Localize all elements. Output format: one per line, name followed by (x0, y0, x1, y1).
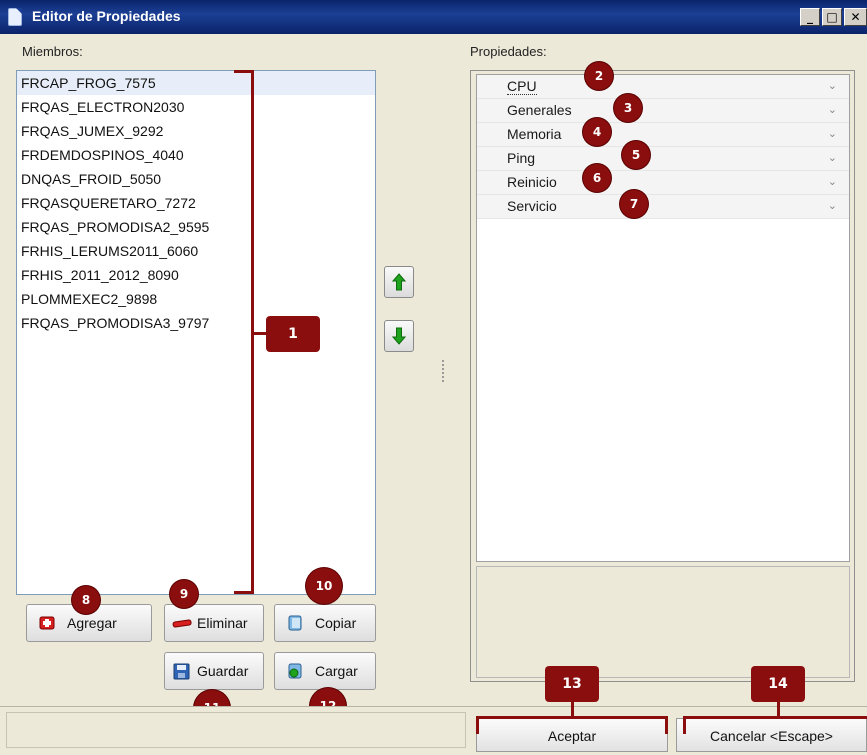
members-list[interactable]: FRCAP_FROG_7575 FRQAS_ELECTRON2030 FRQAS… (16, 70, 376, 595)
members-label: Miembros: (22, 44, 83, 59)
eliminar-button[interactable]: Eliminar (164, 604, 264, 642)
arrow-up-icon (392, 273, 406, 291)
property-row-cpu[interactable]: CPU ⌄ (477, 75, 849, 99)
document-icon (8, 8, 22, 26)
chevron-down-icon[interactable]: ⌄ (828, 147, 837, 170)
callout-badge-13: 13 (545, 666, 599, 702)
minimize-button[interactable]: _ (800, 8, 820, 26)
callout-bracket-top (683, 716, 867, 719)
properties-grid: CPU ⌄ Generales ⌄ Memoria ⌄ Ping ⌄ Reini… (476, 74, 850, 562)
load-icon (285, 662, 307, 680)
property-name: Memoria (507, 126, 562, 142)
property-name: Reinicio (507, 174, 557, 190)
callout-bracket-right (665, 718, 668, 734)
list-item[interactable]: FRHIS_LERUMS2011_6060 (17, 239, 375, 263)
property-row-reinicio[interactable]: Reinicio ⌄ (477, 171, 849, 195)
list-item[interactable]: FRHIS_2011_2012_8090 (17, 263, 375, 287)
callout-badge-6: 6 (583, 164, 611, 192)
property-name: Servicio (507, 198, 557, 214)
property-row-memoria[interactable]: Memoria ⌄ (477, 123, 849, 147)
close-button[interactable]: ✕ (844, 8, 867, 26)
chevron-down-icon[interactable]: ⌄ (828, 195, 837, 218)
callout-badge-2: 2 (585, 62, 613, 90)
delete-icon (171, 614, 193, 632)
aceptar-button[interactable]: Aceptar (476, 718, 668, 752)
arrow-down-icon (392, 327, 406, 345)
cargar-button[interactable]: Cargar (274, 652, 376, 690)
callout-bracket-left (476, 718, 479, 734)
splitter-handle[interactable] (442, 360, 444, 382)
list-item[interactable]: FRQASQUERETARO_7272 (17, 191, 375, 215)
callout-badge-5: 5 (622, 141, 650, 169)
copy-icon (285, 614, 307, 632)
add-item-icon (37, 614, 59, 632)
property-row-generales[interactable]: Generales ⌄ (477, 99, 849, 123)
list-item[interactable]: FRQAS_PROMODISA3_9797 (17, 311, 375, 335)
property-name: CPU (507, 78, 537, 95)
eliminar-label: Eliminar (197, 615, 248, 631)
chevron-down-icon[interactable]: ⌄ (828, 99, 837, 122)
callout-badge-4: 4 (583, 118, 611, 146)
save-icon (171, 662, 193, 680)
property-description-area (476, 566, 850, 678)
copiar-button[interactable]: Copiar (274, 604, 376, 642)
callout-connector (777, 700, 780, 718)
list-item[interactable]: FRQAS_PROMODISA2_9595 (17, 215, 375, 239)
chevron-down-icon[interactable]: ⌄ (828, 123, 837, 146)
list-item[interactable]: FRDEMDOSPINOS_4040 (17, 143, 375, 167)
move-up-button[interactable] (384, 266, 414, 298)
property-row-servicio[interactable]: Servicio ⌄ (477, 195, 849, 219)
maximize-button[interactable]: □ (822, 8, 842, 26)
chevron-down-icon[interactable]: ⌄ (828, 75, 837, 98)
title-bar: Editor de Propiedades _ □ ✕ (0, 0, 867, 34)
list-item[interactable]: FRQAS_JUMEX_9292 (17, 119, 375, 143)
agregar-label: Agregar (67, 615, 117, 631)
cancelar-button[interactable]: Cancelar <Escape> (676, 718, 867, 752)
cargar-label: Cargar (315, 663, 358, 679)
chevron-down-icon[interactable]: ⌄ (828, 171, 837, 194)
guardar-button[interactable]: Guardar (164, 652, 264, 690)
list-item[interactable]: FRCAP_FROG_7575 (17, 71, 375, 95)
properties-label: Propiedades: (470, 44, 547, 59)
copiar-label: Copiar (315, 615, 357, 631)
callout-badge-14: 14 (751, 666, 805, 702)
callout-badge-3: 3 (614, 94, 642, 122)
callout-bracket-left (683, 718, 686, 734)
callout-connector (571, 700, 574, 718)
list-item[interactable]: FRQAS_ELECTRON2030 (17, 95, 375, 119)
guardar-label: Guardar (197, 663, 249, 679)
status-area (6, 712, 466, 748)
list-item[interactable]: PLOMMEXEC2_9898 (17, 287, 375, 311)
property-name: Ping (507, 150, 536, 166)
callout-bracket-bottom (234, 591, 254, 594)
callout-badge-8: 8 (72, 586, 100, 614)
callout-badge-1: 1 (266, 316, 320, 352)
callout-badge-7: 7 (620, 190, 648, 218)
window-title: Editor de Propiedades (32, 8, 181, 24)
callout-badge-10: 10 (306, 568, 342, 604)
callout-badge-9: 9 (170, 580, 198, 608)
property-name: Generales (507, 102, 572, 118)
move-down-button[interactable] (384, 320, 414, 352)
property-row-ping[interactable]: Ping ⌄ (477, 147, 849, 171)
list-item[interactable]: DNQAS_FROID_5050 (17, 167, 375, 191)
